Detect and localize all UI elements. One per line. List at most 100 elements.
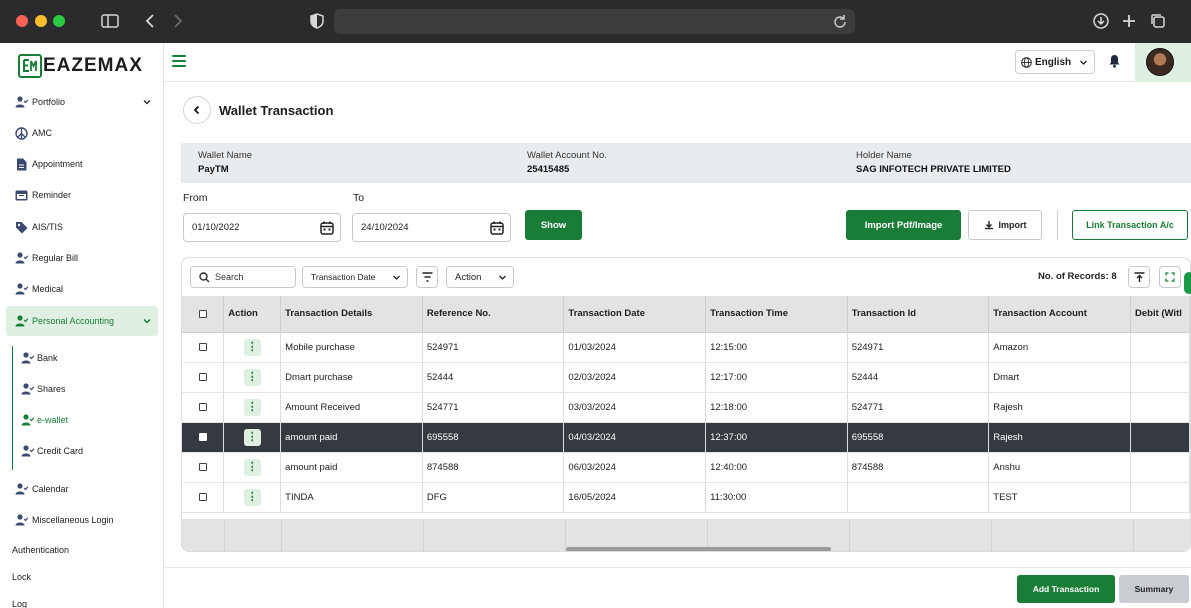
column-chooser-button[interactable]	[1128, 266, 1150, 288]
sidebar-item-calendar[interactable]: Calendar	[0, 474, 160, 504]
calendar-icon[interactable]	[490, 221, 504, 235]
row-checkbox[interactable]	[182, 362, 225, 393]
more-options-icon[interactable]: ⋮	[243, 428, 261, 446]
action-select[interactable]: Action	[446, 266, 514, 288]
to-date-input[interactable]: 24/10/2024	[352, 213, 511, 242]
calendar-icon[interactable]	[320, 221, 334, 235]
table-row[interactable]: ⋮ Dmart purchase 52444 02/03/2024 12:17:00 52…	[182, 362, 1190, 393]
sidebar-item-ais-tis[interactable]: AIS/TIS	[0, 212, 160, 242]
sidebar-item-log[interactable]: Log	[12, 599, 27, 608]
table-row[interactable]: ⋮ amount paid 874588 06/03/2024 12:40:00 8745…	[182, 452, 1190, 483]
sidebar-item-authentication[interactable]: Authentication	[12, 545, 69, 555]
select-all-checkbox[interactable]	[182, 296, 225, 333]
table-row[interactable]: ⋮ Mobile purchase 524971 01/03/2024 12:15:00…	[182, 332, 1190, 363]
column-header-transaction-id[interactable]: Transaction Id	[847, 296, 990, 333]
sidebar-item-amc[interactable]: AMC	[0, 118, 160, 148]
back-button[interactable]	[183, 96, 211, 124]
more-options-icon[interactable]: ⋮	[243, 368, 261, 386]
sidebar-item-portfolio[interactable]: Portfolio	[0, 87, 160, 117]
column-header-reference-no[interactable]: Reference No.	[422, 296, 565, 333]
sidebar-item-regular-bill[interactable]: Regular Bill	[0, 243, 160, 273]
from-date-input[interactable]: 01/10/2022	[183, 213, 341, 242]
add-transaction-button[interactable]: Add Transaction	[1017, 575, 1115, 603]
wallet-info-panel: Wallet Name PayTM Wallet Account No. 254…	[181, 143, 1191, 183]
summary-button[interactable]: Summary	[1119, 575, 1189, 603]
action-select-value: Action	[455, 271, 482, 283]
sidebar-item-reminder[interactable]: Reminder	[0, 180, 160, 210]
column-header-transaction-date[interactable]: Transaction Date	[563, 296, 707, 333]
more-options-icon[interactable]: ⋮	[243, 458, 261, 476]
sidebar-item-miscellaneous-login[interactable]: Miscellaneous Login	[0, 505, 160, 535]
row-checkbox[interactable]	[182, 482, 225, 513]
link-transaction-button[interactable]: Link Transaction A/c	[1072, 210, 1188, 240]
more-options-icon[interactable]: ⋮	[243, 398, 261, 416]
logo-icon	[18, 54, 42, 78]
forward-arrow-icon[interactable]	[167, 10, 189, 32]
cell-transaction-account: Dmart	[988, 362, 1131, 393]
side-panel-handle[interactable]	[1184, 272, 1191, 294]
show-button[interactable]: Show	[525, 210, 582, 240]
address-bar[interactable]	[334, 9, 855, 34]
cell-transaction-details: Dmart purchase	[280, 362, 423, 393]
user-check-icon	[20, 444, 34, 458]
avatar[interactable]	[1146, 48, 1174, 76]
fullscreen-button[interactable]	[1159, 266, 1181, 288]
cell-transaction-details: Amount Received	[280, 392, 423, 423]
logo[interactable]: EAZEMAX	[18, 54, 143, 78]
maximize-window-button[interactable]	[53, 15, 65, 27]
column-header-action[interactable]: Action	[223, 296, 282, 333]
close-window-button[interactable]	[16, 15, 28, 27]
column-header-transaction-account[interactable]: Transaction Account	[988, 296, 1131, 333]
table-row[interactable]: ⋮ amount paid 695558 04/03/2024 12:37:00 6955…	[182, 422, 1190, 453]
sidebar-item-appointment[interactable]: Appointment	[0, 149, 160, 179]
minimize-window-button[interactable]	[35, 15, 47, 27]
sidebar-item-lock[interactable]: Lock	[12, 572, 31, 582]
import-button[interactable]: Import	[968, 210, 1042, 240]
cell-transaction-details: Mobile purchase	[280, 332, 423, 363]
wallet-account-label: Wallet Account No.	[527, 150, 607, 161]
table-row[interactable]: ⋮ TINDA DFG 16/05/2024 11:30:00 TEST	[182, 482, 1190, 513]
table-row[interactable]: ⋮ Amount Received 524771 03/03/2024 12:18:00…	[182, 392, 1190, 423]
search-input[interactable]: Search	[190, 266, 296, 288]
user-menu[interactable]	[1135, 43, 1191, 82]
sidebar-item-label: Appointment	[32, 159, 83, 169]
shield-icon[interactable]	[306, 10, 328, 32]
brand-name: EAZEMAX	[43, 55, 143, 76]
notification-bell-icon[interactable]	[1108, 54, 1122, 68]
new-tab-icon[interactable]	[1118, 10, 1140, 32]
calendar-icon	[14, 188, 28, 202]
column-select[interactable]: Transaction Date	[302, 266, 408, 288]
sidebar-subitem-credit-card[interactable]: Credit Card	[13, 436, 153, 466]
cell-transaction-id	[847, 482, 990, 513]
sidebar-subitem-e-wallet[interactable]: e-wallet	[13, 405, 153, 435]
more-options-icon[interactable]: ⋮	[243, 338, 261, 356]
sidebar-item-personal-accounting[interactable]: Personal Accounting	[6, 306, 158, 336]
filter-button[interactable]	[416, 266, 438, 288]
row-checkbox[interactable]	[182, 332, 225, 363]
language-select[interactable]: English	[1015, 50, 1095, 74]
more-options-icon[interactable]: ⋮	[243, 488, 261, 506]
chevron-down-icon	[142, 316, 152, 326]
row-checkbox[interactable]	[182, 392, 225, 423]
tabs-overview-icon[interactable]	[1147, 10, 1169, 32]
sidebar-toggle-icon[interactable]	[99, 10, 121, 32]
column-header-transaction-details[interactable]: Transaction Details	[280, 296, 423, 333]
horizontal-scrollbar[interactable]	[566, 547, 831, 551]
row-action-cell: ⋮	[223, 332, 282, 363]
column-header-transaction-time[interactable]: Transaction Time	[705, 296, 848, 333]
sidebar-item-medical[interactable]: Medical	[0, 274, 160, 304]
back-arrow-icon[interactable]	[139, 10, 161, 32]
sidebar-item-label: Miscellaneous Login	[32, 515, 114, 525]
cell-reference-no: 524971	[422, 332, 565, 363]
table-header-row: Action Transaction Details Reference No.…	[182, 296, 1190, 333]
menu-toggle-icon[interactable]	[172, 55, 186, 67]
chevron-left-icon	[193, 105, 200, 115]
row-checkbox[interactable]	[182, 452, 225, 483]
sidebar-subitem-bank[interactable]: Bank	[13, 343, 153, 373]
sidebar-subitem-shares[interactable]: Shares	[13, 374, 153, 404]
column-header-debit[interactable]: Debit (Witl	[1130, 296, 1190, 333]
reload-icon[interactable]	[831, 12, 849, 30]
import-pdf-image-button[interactable]: Import Pdf/Image	[846, 210, 961, 240]
download-icon[interactable]	[1090, 10, 1112, 32]
row-checkbox[interactable]	[182, 422, 225, 453]
